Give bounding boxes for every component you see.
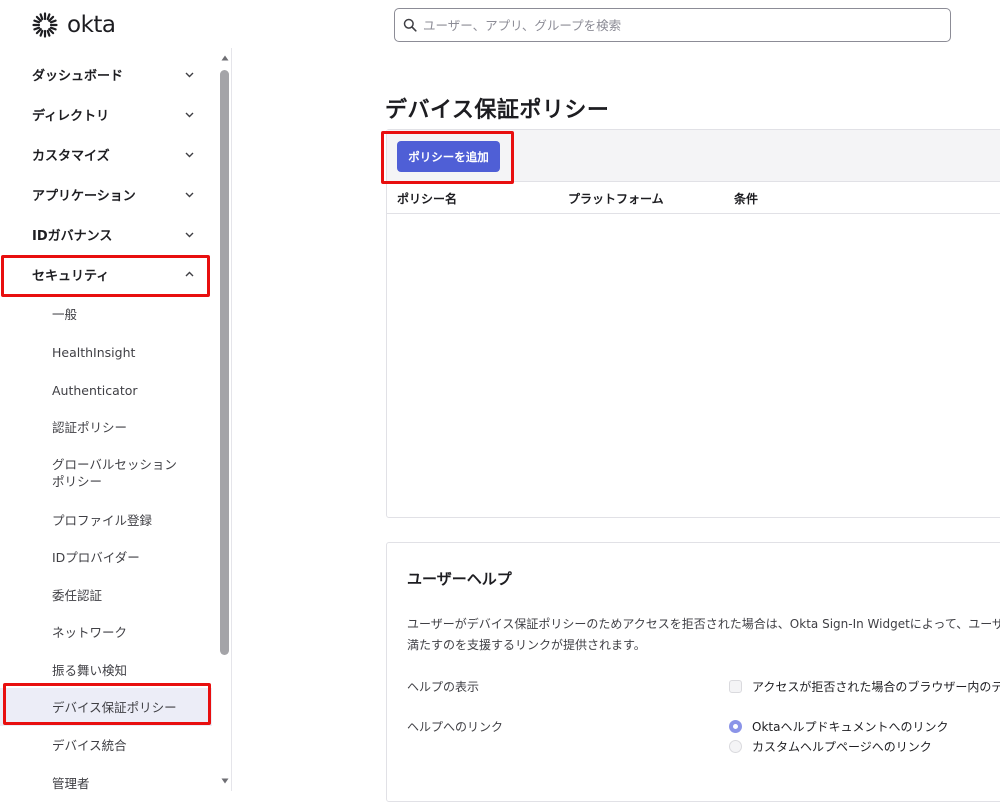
show-help-option[interactable]: アクセスが拒否された場合のブラウザー内のデバ — [729, 678, 1000, 695]
sidebar-item-label: カスタマイズ — [32, 148, 110, 164]
custom-page-radio-label: カスタムヘルプページへのリンク — [752, 740, 932, 754]
show-help-checkbox[interactable] — [729, 680, 742, 693]
sidebar-subitem-label: プロファイル登録 — [52, 512, 153, 528]
sidebar-item-customize[interactable]: カスタマイズ — [0, 134, 212, 174]
top-header: okta — [0, 0, 1000, 48]
scroll-down-arrow-icon[interactable] — [221, 777, 229, 785]
sidebar-subitem-label-line2: ポリシー — [52, 474, 103, 489]
column-header-platform[interactable]: プラットフォーム — [568, 190, 664, 207]
sidebar-subitem-label-line1: グローバルセッション — [52, 457, 177, 472]
sidebar-item-label: ディレクトリ — [32, 108, 110, 124]
chevron-up-icon — [185, 271, 194, 277]
sidebar-scrollbar-thumb[interactable] — [220, 70, 229, 655]
sidebar-subitem-label: IDプロバイダー — [52, 549, 140, 565]
chevron-down-icon — [185, 72, 194, 78]
user-help-description-line1: ユーザーがデバイス保証ポリシーのためアクセスを拒否された場合は、Okta Sig… — [407, 617, 1000, 631]
user-help-description-line2: 満たすのを支援するリンクが提供されます。 — [407, 638, 646, 652]
user-help-title: ユーザーヘルプ — [407, 570, 512, 588]
sidebar-subitem-authenticator[interactable]: Authenticator — [0, 380, 212, 400]
sidebar-subitem-global-session-policy[interactable]: グローバルセッション ポリシー — [0, 455, 212, 491]
sidebar-subitem-identity-providers[interactable]: IDプロバイダー — [0, 547, 212, 567]
sidebar-item-directory[interactable]: ディレクトリ — [0, 94, 212, 134]
sidebar-item-label: セキュリティ — [32, 268, 110, 284]
sidebar-subitem-label: 管理者 — [52, 775, 90, 791]
sidebar-subitem-delegated-authentication[interactable]: 委任認証 — [0, 585, 212, 605]
show-help-option-label: アクセスが拒否された場合のブラウザー内のデバ — [752, 680, 1000, 694]
sidebar-item-label: ダッシュボード — [32, 68, 124, 84]
sidebar-subitem-device-assurance-policies[interactable]: デバイス保証ポリシー — [0, 688, 212, 726]
help-link-option-okta-docs[interactable]: Oktaヘルプドキュメントへのリンク — [729, 718, 948, 735]
logo-text: okta — [67, 12, 116, 38]
sidebar-item-label: IDガバナンス — [32, 228, 113, 244]
help-link-option-custom-page[interactable]: カスタムヘルプページへのリンク — [729, 738, 932, 755]
sidebar-subitem-label: HealthInsight — [52, 344, 136, 360]
sidebar-subitem-label: 振る舞い検知 — [52, 662, 128, 678]
column-header-policy-name[interactable]: ポリシー名 — [397, 190, 457, 207]
chevron-down-icon — [185, 152, 194, 158]
help-link-label: ヘルプへのリンク — [407, 720, 504, 734]
sidebar-subitem-device-integrations[interactable]: デバイス統合 — [0, 735, 212, 755]
sidebar-item-identity-governance[interactable]: IDガバナンス — [0, 214, 212, 254]
sidebar-subitem-networks[interactable]: ネットワーク — [0, 622, 212, 642]
okta-logo[interactable]: okta — [32, 12, 116, 38]
add-policy-button[interactable]: ポリシーを追加 — [397, 141, 500, 172]
page-title: デバイス保証ポリシー — [385, 98, 610, 123]
show-help-label: ヘルプの表示 — [407, 680, 480, 694]
table-header-divider — [387, 213, 1000, 214]
chevron-down-icon — [185, 232, 194, 238]
sidebar-subitem-label: 認証ポリシー — [52, 419, 128, 435]
sidebar-subitem-healthinsight[interactable]: HealthInsight — [0, 342, 212, 362]
search-input[interactable] — [423, 17, 923, 33]
sidebar-subitem-label: デバイス保証ポリシー — [52, 699, 177, 715]
scroll-up-arrow-icon[interactable] — [221, 54, 229, 62]
table-toolbar: ポリシーを追加 — [387, 130, 1000, 182]
sidebar-item-label: アプリケーション — [32, 188, 136, 204]
sidebar-item-dashboard[interactable]: ダッシュボード — [0, 54, 212, 94]
chevron-down-icon — [185, 112, 194, 118]
sidebar-subitem-general[interactable]: 一般 — [0, 304, 212, 324]
sidebar-item-applications[interactable]: アプリケーション — [0, 174, 212, 214]
sidebar-subitem-label: デバイス統合 — [52, 737, 127, 753]
main-content: デバイス保証ポリシー ポリシーを追加 ポリシー名 プラットフォーム 条件 ユーザ… — [232, 48, 1000, 802]
user-help-description: ユーザーがデバイス保証ポリシーのためアクセスを拒否された場合は、Okta Sig… — [407, 614, 1000, 656]
sidebar: ダッシュボード ディレクトリ カスタマイズ アプリケーション IDガバナンス セ… — [0, 48, 232, 791]
sidebar-subitem-behavior-detection[interactable]: 振る舞い検知 — [0, 660, 212, 680]
okta-docs-radio-label: Oktaヘルプドキュメントへのリンク — [752, 720, 949, 734]
policy-table-card: ポリシーを追加 ポリシー名 プラットフォーム 条件 — [386, 129, 1000, 518]
search-icon — [403, 18, 417, 32]
column-header-conditions[interactable]: 条件 — [734, 190, 758, 207]
chevron-down-icon — [185, 192, 194, 198]
search-box[interactable] — [394, 8, 951, 42]
sidebar-subitem-label: 委任認証 — [52, 587, 103, 603]
custom-page-radio[interactable] — [729, 740, 742, 753]
okta-sunburst-icon — [32, 12, 58, 38]
sidebar-item-security[interactable]: セキュリティ — [0, 254, 212, 294]
sidebar-subitem-label: 一般 — [52, 306, 78, 322]
sidebar-subitem-profile-enrollment[interactable]: プロファイル登録 — [0, 510, 212, 530]
okta-docs-radio[interactable] — [729, 720, 742, 733]
sidebar-subitem-administrators[interactable]: 管理者 — [0, 773, 212, 793]
user-help-card: ユーザーヘルプ ユーザーがデバイス保証ポリシーのためアクセスを拒否された場合は、… — [386, 542, 1000, 802]
sidebar-subitem-authentication-policies[interactable]: 認証ポリシー — [0, 417, 212, 437]
sidebar-subitem-label: ネットワーク — [52, 624, 128, 640]
sidebar-subitem-label: Authenticator — [52, 382, 138, 398]
